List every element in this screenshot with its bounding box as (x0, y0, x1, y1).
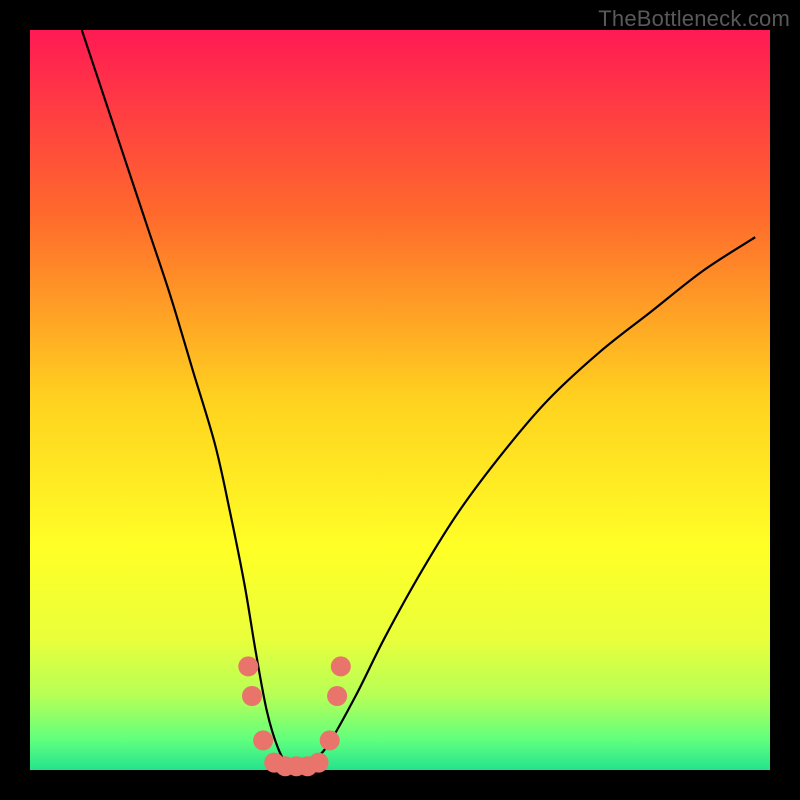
marker-dot (253, 730, 273, 750)
bottleneck-chart (0, 0, 800, 800)
marker-dot (320, 730, 340, 750)
marker-dot (242, 686, 262, 706)
plot-background (30, 30, 770, 770)
attribution-label: TheBottleneck.com (598, 6, 790, 32)
marker-dot (327, 686, 347, 706)
marker-dot (309, 753, 329, 773)
marker-dot (238, 656, 258, 676)
marker-dot (331, 656, 351, 676)
chart-stage: TheBottleneck.com (0, 0, 800, 800)
